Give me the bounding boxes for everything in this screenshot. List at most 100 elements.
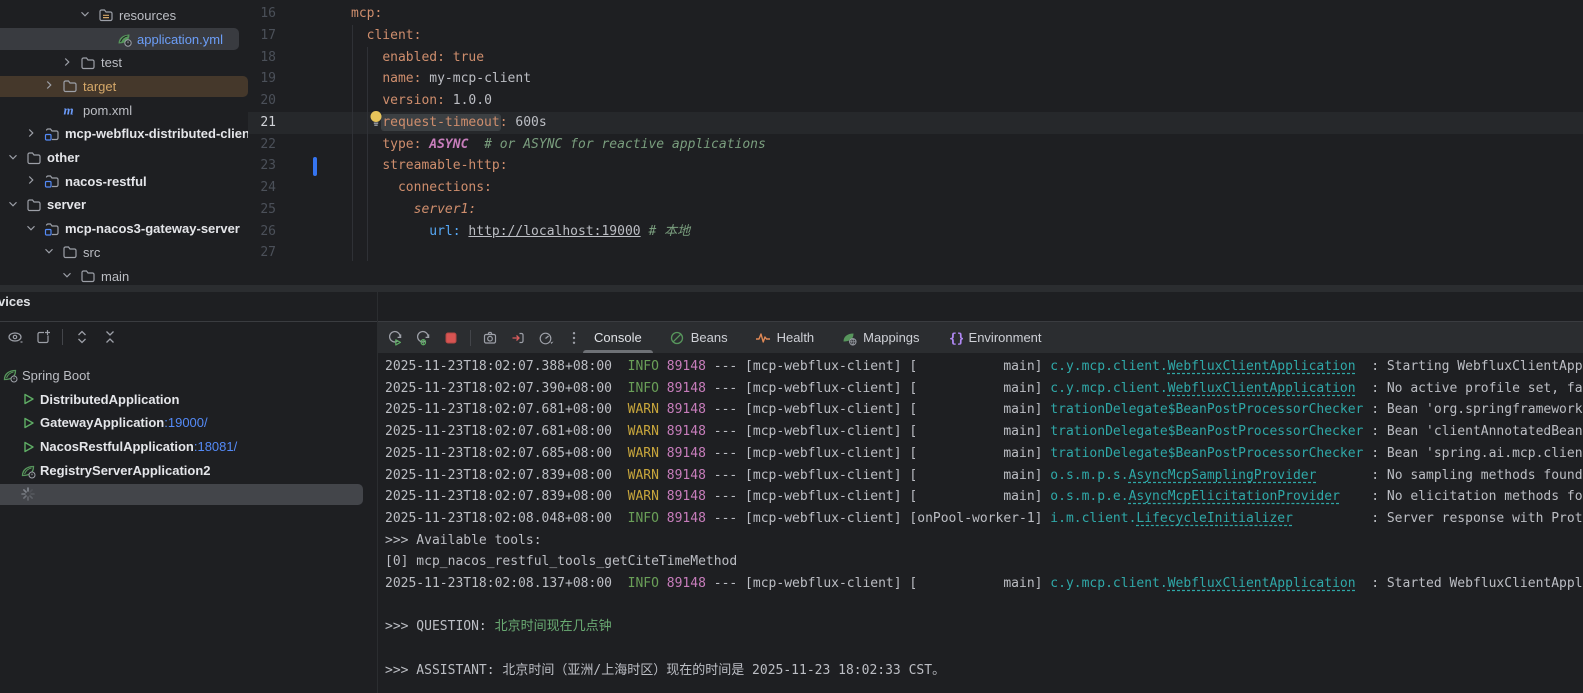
more-button[interactable] (565, 329, 583, 347)
log-token: : (1316, 468, 1386, 483)
logger-class-link[interactable]: WebfluxClientApplication (1168, 576, 1356, 591)
tree-row[interactable]: server (0, 193, 248, 217)
tree-row[interactable]: mcp-nacos3-gateway-server (0, 217, 248, 241)
expand-all-button[interactable] (73, 328, 91, 346)
folder-icon (80, 55, 96, 71)
log-token (659, 446, 667, 461)
code-line[interactable]: url: http://localhost:19000 # 本地 (351, 221, 690, 243)
logger-class-link[interactable]: AsyncMcpSamplingProvider (1129, 468, 1317, 483)
code-line[interactable]: name: my-mcp-client (351, 68, 531, 90)
service-row[interactable]: DistributedApplication (0, 387, 378, 411)
chevron-right-icon[interactable] (42, 78, 58, 94)
tree-row[interactable]: application.yml (0, 27, 248, 51)
code-line[interactable]: type: ASYNC # or ASYNC for reactive appl… (351, 134, 766, 156)
chevron-down-icon[interactable] (6, 150, 22, 166)
code-line[interactable]: client: (351, 25, 421, 47)
services-panel: vices Spring BootDistributedApplicationG… (0, 292, 378, 693)
logger-class-link[interactable]: WebfluxClientApplication (1168, 359, 1356, 374)
tree-row[interactable]: mcp-webflux-distributed-clien (0, 122, 248, 146)
log-token: --- [mcp-webflux-client] [ main] (706, 381, 1050, 396)
service-row[interactable]: WebfluxClientApplication (0, 483, 378, 507)
url-link[interactable]: http://localhost:19000 (468, 224, 640, 239)
service-port-link[interactable]: :19000/ (164, 415, 207, 430)
rerun-button[interactable] (386, 329, 404, 347)
log-token: : (1293, 511, 1387, 526)
logger-class-link[interactable]: WebfluxClientApplication (1168, 381, 1356, 396)
intention-bulb-icon[interactable] (369, 110, 383, 131)
log-token: 2025-11-23T18:02:07.839+08:00 (385, 468, 612, 483)
code-line[interactable]: mcp: (351, 3, 382, 25)
console-toolbar (386, 329, 583, 347)
log-token: --- [mcp-webflux-client] [ main] (706, 468, 1050, 483)
stop-button[interactable] (442, 329, 460, 347)
gutter-line-number: 19 (248, 68, 276, 90)
more-icon (566, 330, 582, 346)
service-row[interactable]: GatewayApplication :19000/ (0, 411, 378, 435)
horizontal-splitter[interactable] (0, 285, 1583, 292)
log-token: 北京时间现在几点钟 (495, 619, 612, 634)
open-new-tab-button[interactable] (34, 328, 52, 346)
eye-button[interactable] (6, 328, 24, 346)
tree-row[interactable]: target (0, 75, 248, 99)
thread-dump-button[interactable] (481, 329, 499, 347)
chevron-down-icon[interactable] (42, 244, 58, 260)
chevron-down-icon[interactable] (60, 268, 76, 284)
chevron-right-icon[interactable] (24, 173, 40, 189)
log-token: 2025-11-23T18:02:08.048+08:00 (385, 511, 612, 526)
service-row[interactable]: RegistryServerApplication2 (0, 459, 378, 483)
code-line[interactable]: connections: (351, 177, 492, 199)
folder-icon (26, 197, 42, 213)
log-token: Bean 'org.springframework.ai.mcp.client.… (1387, 402, 1583, 417)
service-row[interactable]: NacosRestfulApplication :18081/ (0, 435, 378, 459)
log-line: 2025-11-23T18:02:07.685+08:00 WARN 89148… (385, 443, 1583, 465)
services-toolbar (6, 328, 119, 346)
service-row[interactable]: Spring Boot (0, 364, 378, 388)
profiler-button[interactable] (537, 329, 555, 347)
log-token: --- [mcp-webflux-client] [ main] (706, 576, 1050, 591)
tab-mappings[interactable]: Mappings (841, 322, 919, 353)
code-line[interactable]: streamable-http: (351, 155, 508, 177)
code-token (351, 137, 382, 152)
editor[interactable]: mcp: client: enabled: true name: my-mcp-… (248, 0, 1583, 285)
chevron-down-icon[interactable] (78, 7, 94, 23)
chevron-right-icon[interactable] (60, 55, 76, 71)
gutter-line-number: 21 (248, 112, 276, 134)
log-token: INFO (628, 381, 659, 396)
service-label: GatewayApplication (40, 415, 164, 430)
tree-row[interactable]: nacos-restful (0, 169, 248, 193)
log-token: [0] mcp_nacos_restful_tools_getCiteTimeM… (385, 554, 737, 569)
tab-console[interactable]: Console (594, 322, 642, 353)
log-token: : (1363, 402, 1386, 417)
code-line[interactable]: version: 1.0.0 (351, 90, 492, 112)
service-port-link[interactable]: :18081/ (194, 439, 237, 454)
detach-button[interactable] (509, 329, 527, 347)
expand-all-icon (74, 329, 90, 345)
log-token: Bean 'clientAnnotatedBeans' of type (1387, 424, 1583, 439)
tree-row[interactable]: main (0, 264, 248, 285)
chevron-down-icon[interactable] (6, 197, 22, 213)
services-panel-title: vices (0, 294, 31, 309)
code-token (445, 50, 453, 65)
tab-health[interactable]: Health (755, 322, 815, 353)
code-token: ASYNC (429, 137, 468, 152)
open-new-tab-icon (35, 329, 51, 345)
code-line[interactable]: enabled: true (351, 47, 484, 69)
log-token: 2025-11-23T18:02:07.388+08:00 (385, 359, 612, 374)
tree-row[interactable]: src (0, 241, 248, 265)
logger-class-link[interactable]: LifecycleInitializer (1136, 511, 1293, 526)
tree-row[interactable]: other (0, 146, 248, 170)
tab-beans[interactable]: Beans (669, 322, 728, 353)
tab-label: Mappings (863, 330, 919, 345)
collapse-all-button[interactable] (101, 328, 119, 346)
chevron-down-icon[interactable] (24, 221, 40, 237)
ide-window: resources application.ymltesttargetmpom.x… (0, 0, 1583, 693)
chevron-right-icon[interactable] (24, 126, 40, 142)
tree-row[interactable]: mpom.xml (0, 98, 248, 122)
rerun-debug-button[interactable] (414, 329, 432, 347)
tree-row[interactable]: resources (0, 4, 248, 28)
tab-environment[interactable]: {}Environment (947, 322, 1042, 353)
code-line[interactable]: server1: (351, 199, 476, 221)
tree-row[interactable]: test (0, 51, 248, 75)
tree-item-label: resources (119, 8, 176, 23)
logger-class-link[interactable]: AsyncMcpElicitationProvider (1129, 489, 1340, 504)
